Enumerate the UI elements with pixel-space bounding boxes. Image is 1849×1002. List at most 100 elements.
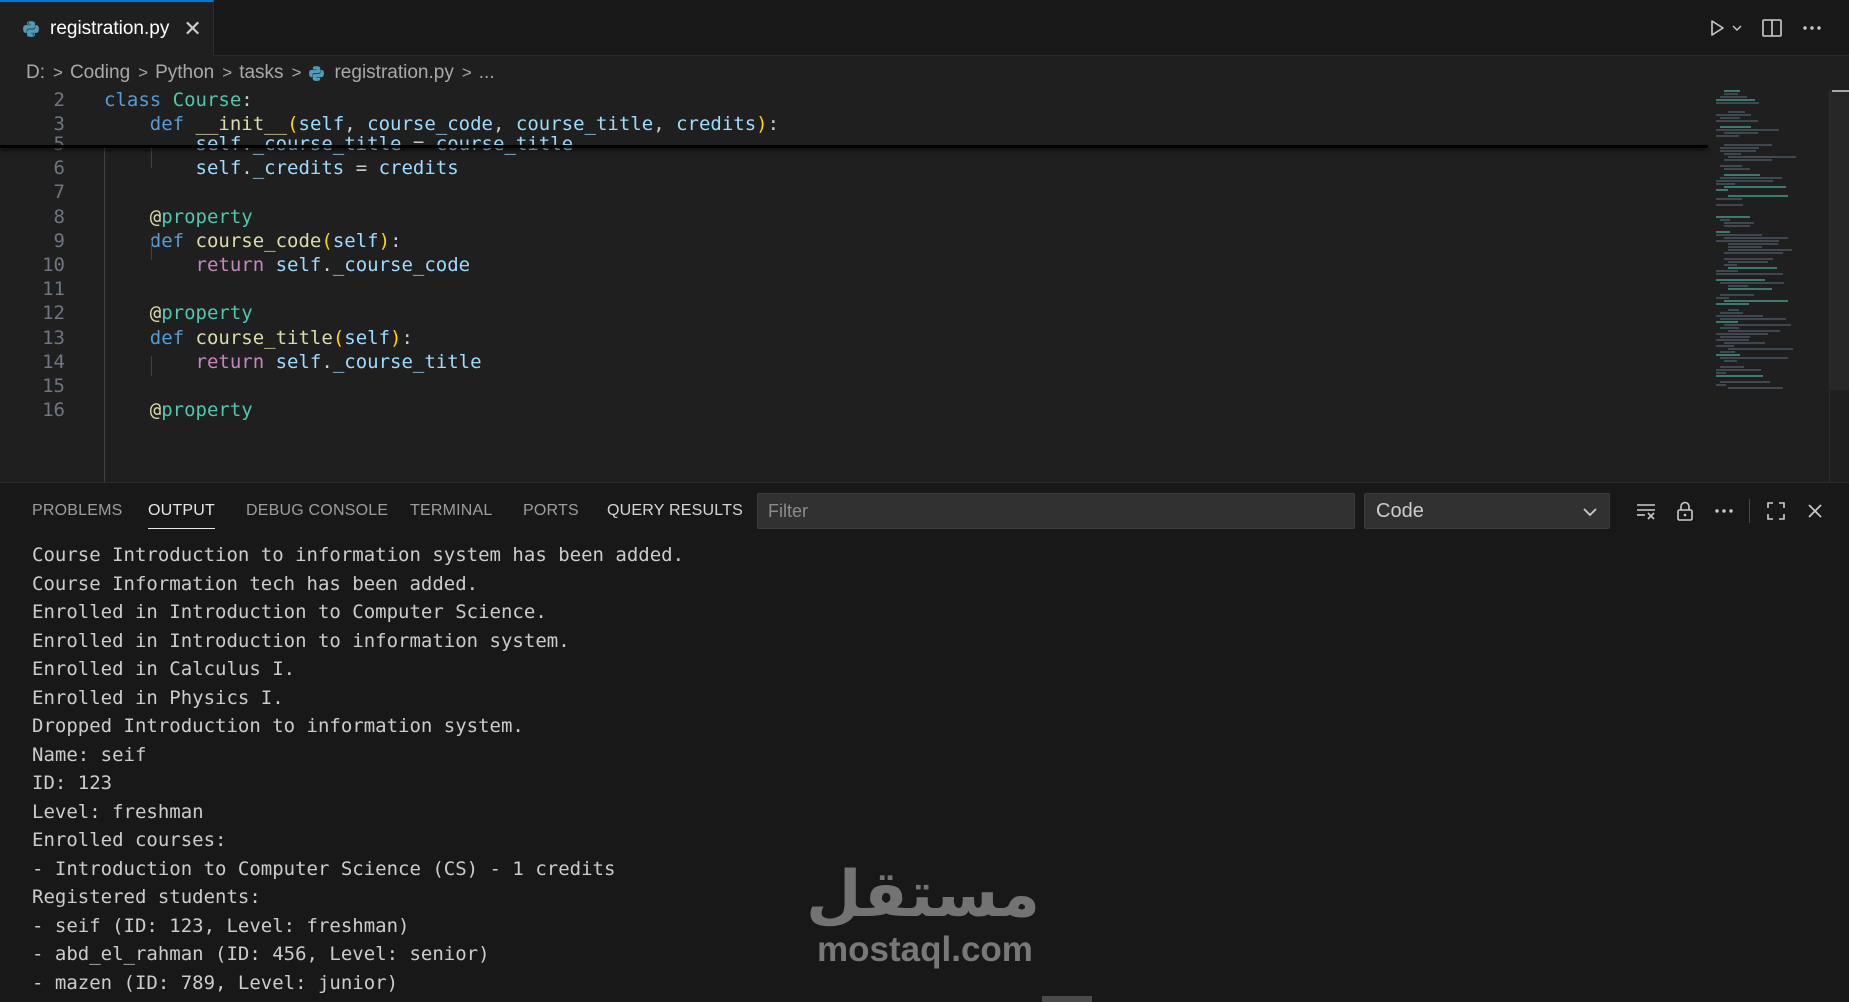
more-actions-button[interactable]: [1704, 483, 1743, 539]
minimap-line: [1720, 357, 1788, 359]
minimap-line: [1728, 387, 1783, 389]
maximize-panel-button[interactable]: [1756, 483, 1795, 539]
code-token: self: [332, 229, 379, 252]
close-icon[interactable]: ✕: [183, 18, 201, 40]
line-number: 2: [53, 90, 65, 111]
minimap-line: [1728, 156, 1796, 158]
line-number: 15: [42, 375, 65, 397]
minimap-line: [1720, 327, 1739, 329]
minimap-line: [1716, 231, 1730, 233]
code-token: @: [149, 205, 162, 228]
minimap-line: [1716, 204, 1743, 206]
minimap-line: [1716, 270, 1738, 272]
breadcrumb-item-tasks[interactable]: tasks: [239, 62, 283, 84]
minimap-line: [1716, 297, 1729, 299]
line-number: 6: [53, 157, 65, 180]
watermark-logo: مستقل mostaql.com: [805, 858, 1040, 980]
panel-actions: [1626, 483, 1834, 539]
minimap-line: [1720, 177, 1782, 179]
scrollbar-thumb[interactable]: [1830, 90, 1849, 390]
minimap-line: [1720, 294, 1754, 296]
minimap-line: [1720, 312, 1743, 314]
minimap-line: [1716, 120, 1758, 122]
watermark-logo-text: مستقل: [805, 858, 1040, 932]
python-file-icon: [23, 21, 39, 37]
tab-problems[interactable]: PROBLEMS: [32, 483, 123, 539]
minimap-line: [1728, 285, 1748, 287]
clear-output-button[interactable]: [1626, 483, 1665, 539]
close-panel-button[interactable]: [1795, 483, 1834, 539]
line-code: @property: [65, 302, 253, 324]
code-token: =: [401, 133, 436, 155]
tab-terminal[interactable]: TERMINAL: [410, 483, 493, 539]
toolbar-divider: [1749, 499, 1750, 523]
minimap-line: [1724, 153, 1741, 155]
minimap-line: [1720, 282, 1784, 284]
output-line: Name: seif: [32, 743, 147, 766]
tab-output[interactable]: OUTPUT: [148, 483, 215, 539]
minimap-line: [1716, 339, 1749, 341]
output-channel-select[interactable]: Code: [1364, 493, 1610, 529]
run-button[interactable]: [1707, 18, 1743, 38]
output-line: Enrolled courses:: [32, 829, 227, 851]
tab-ports[interactable]: PORTS: [523, 483, 579, 539]
minimap-line: [1728, 267, 1777, 269]
code-token: ): [390, 326, 402, 349]
minimap-line: [1724, 90, 1740, 92]
minimap-line: [1728, 111, 1745, 113]
minimap-line: [1724, 174, 1760, 176]
minimap-line: [1716, 279, 1765, 281]
split-editor-icon[interactable]: [1761, 18, 1783, 38]
line-number: 8: [53, 205, 65, 228]
output-line: Level: freshman: [32, 800, 204, 823]
code-token: (: [332, 326, 345, 349]
minimap-line: [1728, 195, 1788, 197]
indent-guide: [104, 148, 105, 482]
minimap-line: [1716, 333, 1768, 335]
line-number: 13: [42, 326, 65, 349]
minimap-line: [1716, 315, 1763, 317]
breadcrumb-item-drive[interactable]: D:: [26, 62, 45, 84]
line-number: 11: [42, 278, 65, 301]
lock-scroll-button[interactable]: [1665, 483, 1704, 539]
breadcrumb-item-symbol[interactable]: ...: [479, 62, 495, 84]
code-token: def: [149, 326, 185, 349]
minimap-line: [1716, 129, 1779, 131]
tab-debug-console[interactable]: DEBUG CONSOLE: [246, 483, 388, 539]
code-token: @: [149, 302, 162, 325]
maximize-icon: [1766, 502, 1785, 520]
filter-input[interactable]: [757, 493, 1355, 529]
chevron-down-icon: [1732, 25, 1742, 31]
tab-query-results[interactable]: QUERY RESULTS: [607, 483, 743, 539]
minimap-line: [1720, 336, 1750, 338]
line-code: self._credits = credits: [65, 157, 459, 179]
code-token: :: [390, 229, 402, 252]
minimap-line: [1716, 303, 1749, 305]
chevron-right-icon: >: [138, 63, 149, 82]
code-token: .: [321, 254, 333, 276]
minimap-line: [1724, 132, 1758, 134]
line-number: 12: [42, 302, 65, 325]
chevron-right-icon: >: [53, 63, 63, 82]
breadcrumb-item-python[interactable]: Python: [155, 62, 214, 84]
breadcrumb-item-coding[interactable]: Coding: [70, 62, 130, 84]
minimap-line: [1716, 189, 1728, 191]
code-line[interactable]: 16 @property: [0, 396, 1700, 424]
code-token: property: [161, 205, 253, 228]
minimap-line: [1728, 243, 1778, 245]
breadcrumb-item-file[interactable]: registration.py: [308, 62, 454, 84]
chevron-right-icon: >: [461, 63, 472, 82]
code-token: _credits: [252, 157, 345, 180]
more-actions-icon[interactable]: [1801, 18, 1823, 38]
editor-scrollbar[interactable]: [1829, 90, 1849, 482]
minimap[interactable]: [1712, 90, 1822, 482]
minimap-line: [1724, 264, 1737, 266]
minimap-line: [1728, 348, 1793, 350]
minimap-line: [1716, 180, 1773, 182]
code-editor[interactable]: 2 class Course: 3 def __init__(self, cours…: [0, 90, 1849, 482]
minimap-line: [1728, 249, 1792, 251]
minimap-line: [1724, 324, 1791, 326]
tab-registration-py[interactable]: registration.py ✕: [0, 0, 214, 56]
breadcrumb: D: > Coding > Python > tasks > registrat…: [0, 56, 1849, 90]
